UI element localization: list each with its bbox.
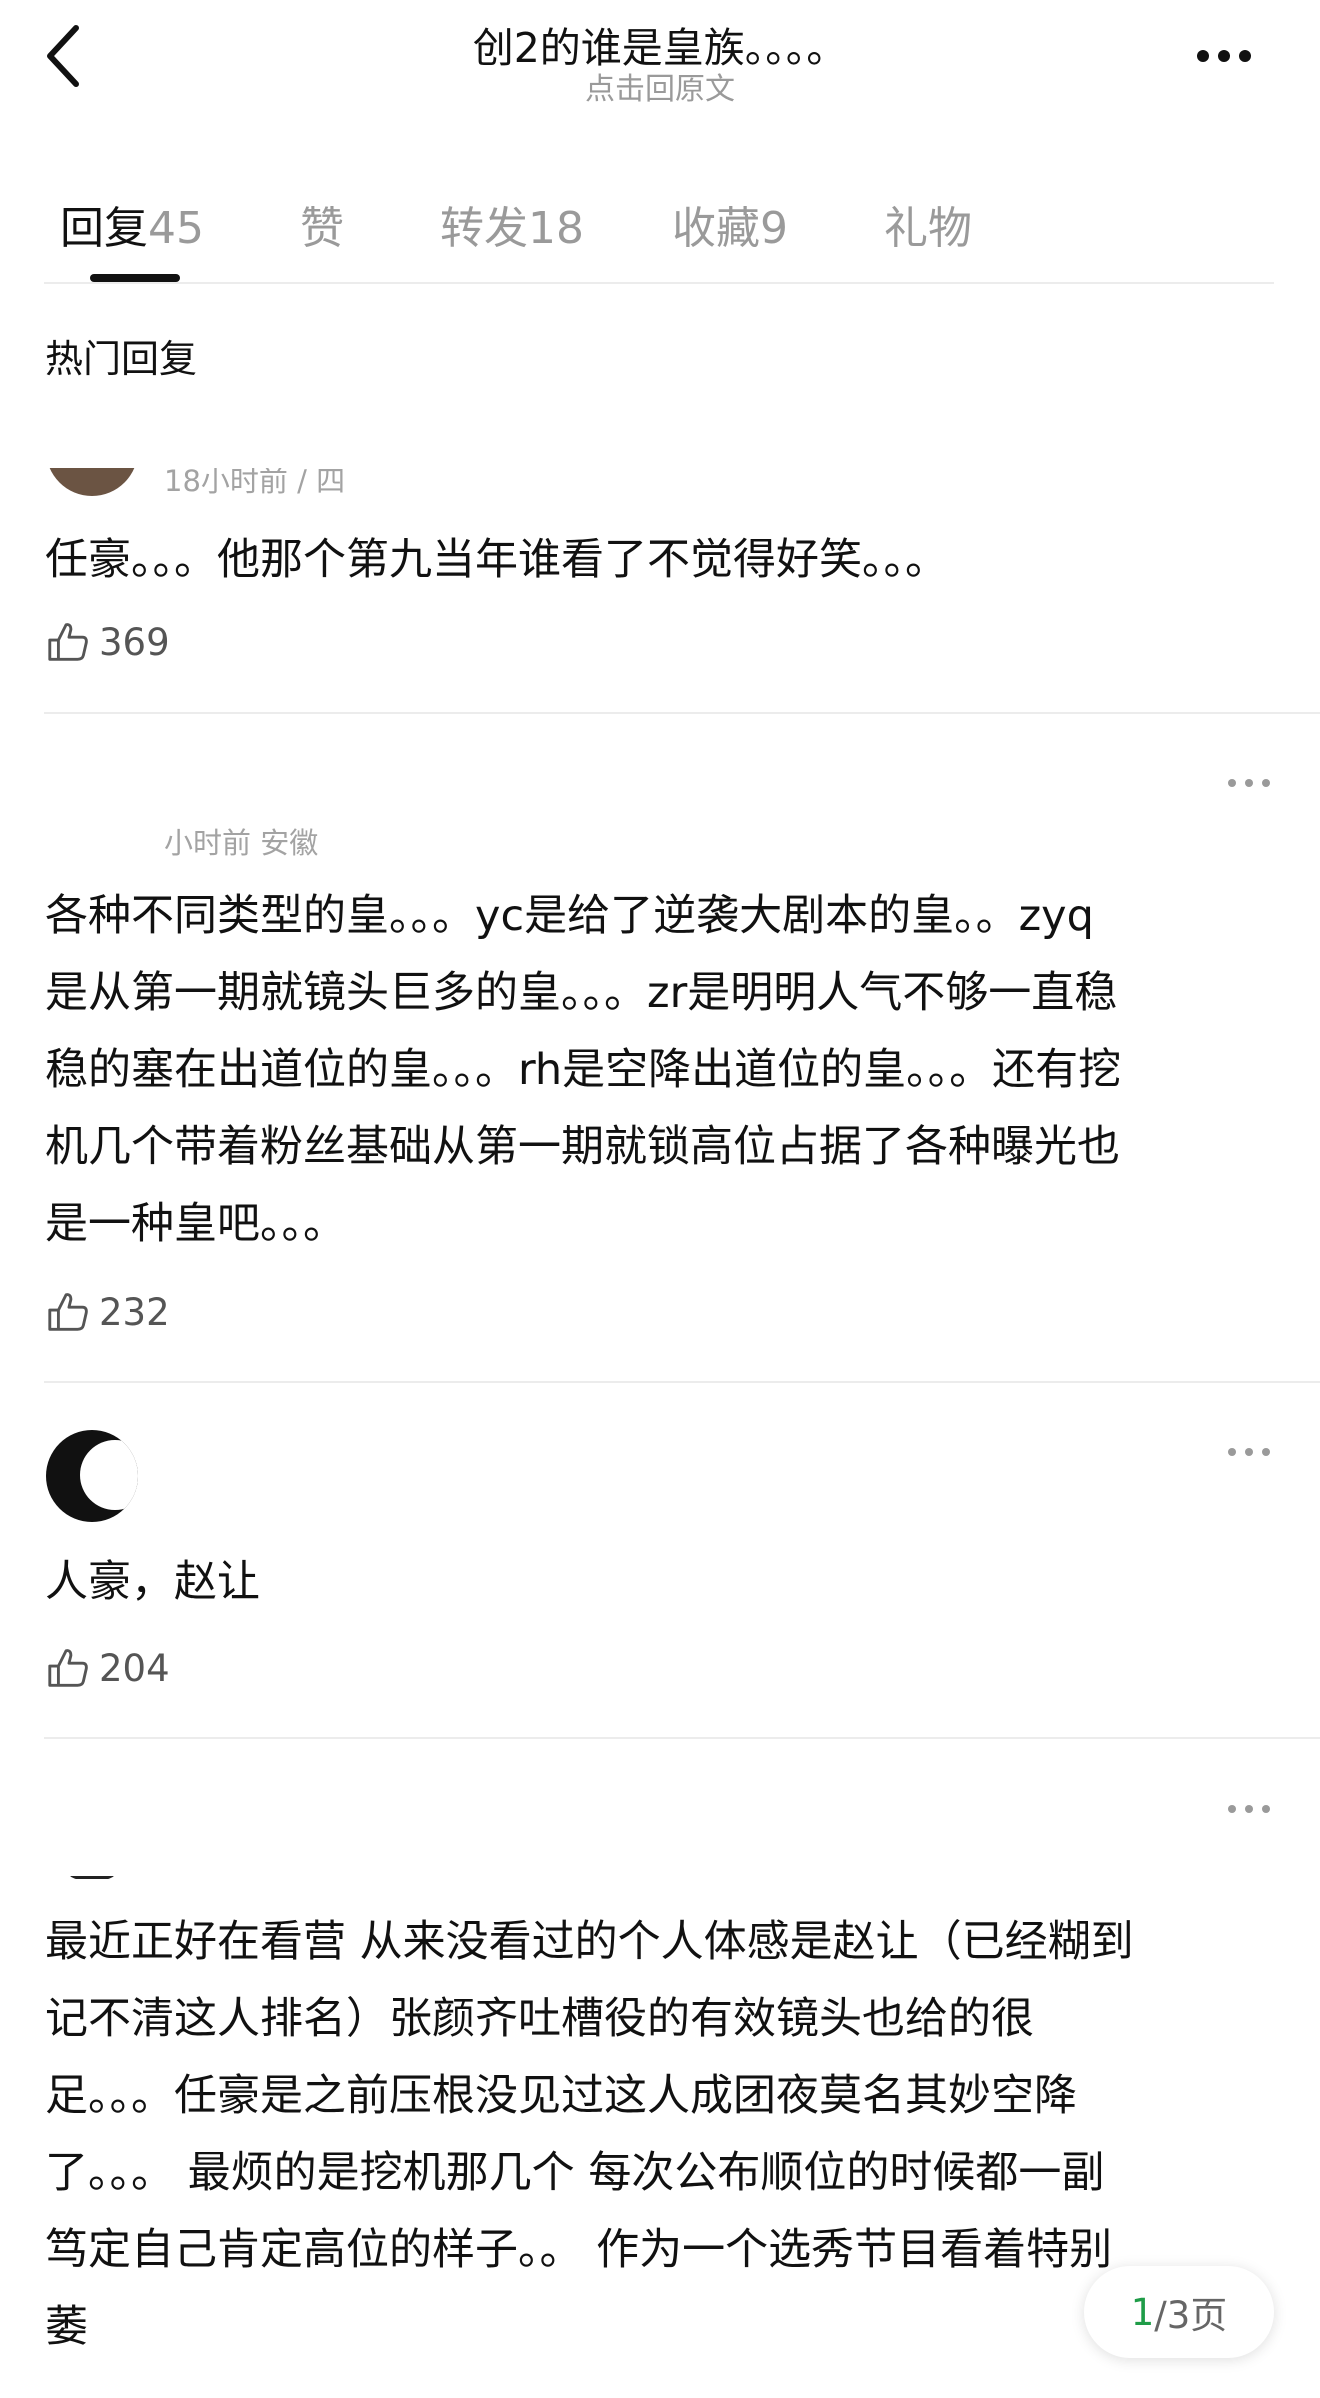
active-tab-indicator	[90, 274, 180, 282]
top-bar: 创2的谁是皇族。。。。 点击回原文	[0, 0, 1320, 120]
comment-divider	[44, 712, 1320, 714]
comment-meta: 小时前 安徽	[164, 826, 319, 860]
like-count: 232	[99, 1290, 170, 1334]
avatar[interactable]	[46, 1790, 138, 1882]
hot-replies-heading: 热门回复	[45, 337, 198, 381]
like-count: 204	[99, 1646, 170, 1690]
tab-replies[interactable]: 回复45	[60, 192, 204, 256]
comment-more-icon[interactable]	[1224, 1440, 1274, 1464]
like-button[interactable]: 369	[45, 614, 170, 670]
tab-reposts-label: 转发	[440, 203, 528, 254]
scroll-mask	[0, 380, 1320, 468]
thumbs-up-icon	[48, 1293, 88, 1331]
current-page: 1	[1130, 2290, 1155, 2334]
tab-favorites[interactable]: 收藏9	[672, 192, 788, 256]
comment-divider	[44, 1381, 1320, 1383]
tab-gifts[interactable]: 礼物	[884, 192, 972, 256]
like-button[interactable]: 232	[45, 1284, 170, 1340]
comment-text: 任豪。。。他那个第九当年谁看了不觉得好笑。。。	[45, 535, 948, 585]
thumbs-up-icon	[48, 1649, 88, 1687]
total-pages: /3页	[1154, 2294, 1228, 2337]
tab-replies-label: 回复	[60, 203, 148, 254]
tab-likes[interactable]: 赞	[300, 192, 344, 256]
like-button[interactable]: 204	[45, 1640, 170, 1696]
comment-text: 各种不同类型的皇。。。yc是给了逆袭大剧本的皇。。zyq 是从第一期就镜头巨多的…	[45, 891, 1122, 1249]
tab-likes-label: 赞	[300, 203, 344, 254]
tab-favorites-label: 收藏	[672, 203, 760, 254]
comment-more-icon[interactable]	[1224, 771, 1274, 795]
page-indicator[interactable]: 1/3页	[1084, 2266, 1274, 2358]
tabs-divider	[44, 282, 1274, 284]
more-options-icon[interactable]	[1190, 36, 1270, 76]
tab-reposts-count: 18	[528, 203, 584, 254]
thumbs-up-icon	[48, 623, 88, 661]
comment-more-icon[interactable]	[1224, 1797, 1274, 1821]
like-count: 369	[99, 620, 170, 664]
tab-gifts-label: 礼物	[884, 203, 972, 254]
avatar[interactable]	[46, 1430, 138, 1522]
comment-divider	[44, 1737, 1320, 1739]
back-to-original-link[interactable]: 点击回原文	[0, 64, 1320, 108]
tab-replies-count: 45	[148, 203, 204, 254]
comment-text: 人豪，赵让	[45, 1557, 260, 1607]
tab-bar: 回复45 赞 转发18 收藏9 礼物	[0, 180, 1320, 284]
tab-favorites-count: 9	[760, 203, 788, 254]
tab-reposts[interactable]: 转发18	[440, 192, 584, 256]
